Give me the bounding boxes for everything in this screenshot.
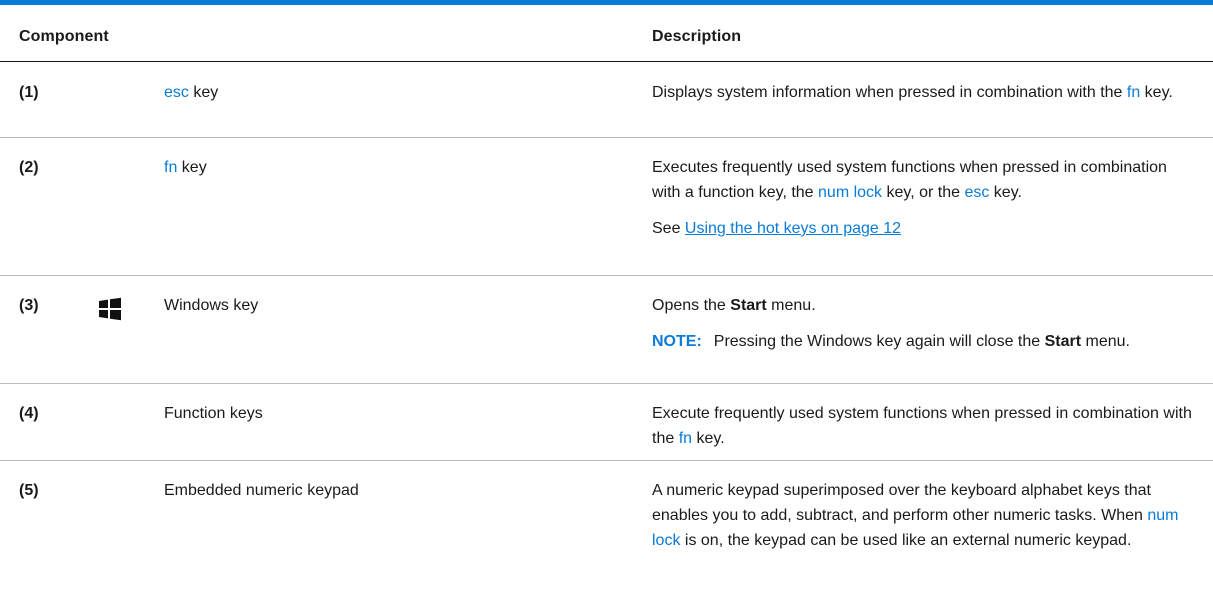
desc-text: A numeric keypad superimposed over the k…	[652, 482, 1151, 524]
desc-text: Execute frequently used system functions…	[652, 405, 1192, 447]
note-text: Pressing the Windows key again will clos…	[713, 333, 1045, 350]
see-prefix: See	[652, 220, 685, 237]
component-name: fn key	[164, 159, 207, 177]
header-description: Description	[652, 28, 742, 45]
desc-text: is on, the keypad can be used like an ex…	[680, 532, 1132, 549]
row-number: (1)	[19, 84, 39, 101]
table-row: (5) Embedded numeric keypad A numeric ke…	[0, 461, 1213, 596]
header-component: Component	[19, 28, 109, 45]
row-number: (5)	[19, 482, 39, 499]
table-row: (3) Windows key Opens the Start menu. NO…	[0, 276, 1213, 384]
component-description: Opens the Start menu. NOTE: Pressing the …	[652, 293, 1197, 354]
key-term: esc	[964, 184, 990, 201]
desc-text: Opens the	[652, 297, 731, 314]
table-row: (4) Function keys Execute frequently use…	[0, 384, 1213, 461]
note: NOTE: Pressing the Windows key again will…	[652, 329, 1197, 354]
table-header: Component Description	[0, 5, 1213, 62]
table-row: (2) fn key Executes frequently used syst…	[0, 138, 1213, 276]
note-label: NOTE:	[652, 333, 702, 350]
component-name: esc key	[164, 84, 218, 102]
row-number: (4)	[19, 405, 39, 422]
desc-text: Displays system information when pressed…	[652, 84, 1127, 101]
key-term: fn	[1126, 84, 1141, 101]
component-description: Executes frequently used system function…	[652, 155, 1197, 241]
component-description: Execute frequently used system functions…	[652, 401, 1197, 451]
table-row: (1) esc key Displays system information …	[0, 62, 1213, 138]
desc-text: key, or the	[882, 184, 965, 201]
desc-text: menu.	[766, 297, 816, 314]
desc-text: key.	[1140, 84, 1173, 101]
windows-logo-icon	[98, 297, 122, 321]
component-name: Windows key	[164, 297, 259, 314]
row-number: (3)	[19, 297, 39, 314]
hot-keys-link[interactable]: Using the hot keys on page 12	[685, 220, 901, 237]
key-term: esc	[164, 84, 189, 101]
key-term: fn	[678, 430, 693, 447]
desc-text: key.	[989, 184, 1022, 201]
key-term: num lock	[818, 184, 883, 201]
key-suffix: key	[188, 84, 219, 101]
component-name: Embedded numeric keypad	[164, 482, 359, 499]
component-name: Function keys	[164, 405, 263, 422]
key-suffix: key	[177, 159, 207, 176]
key-term: fn	[164, 159, 178, 176]
note-text: menu.	[1081, 333, 1130, 350]
row-number: (2)	[19, 159, 39, 176]
desc-text: key.	[692, 430, 725, 447]
components-table: Component Description (1) esc key Displa…	[0, 5, 1213, 596]
component-description: A numeric keypad superimposed over the k…	[652, 478, 1197, 553]
start-term: Start	[1044, 333, 1082, 350]
component-description: Displays system information when pressed…	[652, 80, 1197, 105]
start-term: Start	[730, 297, 767, 314]
